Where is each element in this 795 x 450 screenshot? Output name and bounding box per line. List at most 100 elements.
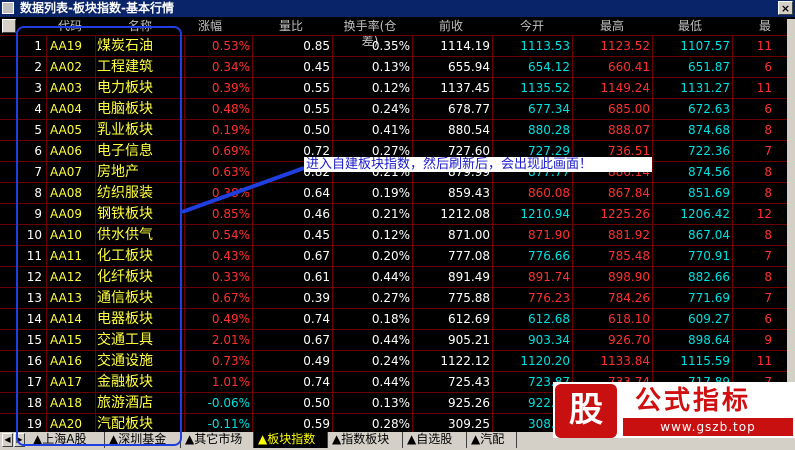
cell-low: 609.27	[688, 312, 730, 326]
cell-prev: 777.08	[448, 249, 490, 263]
cell-prev: 655.94	[448, 60, 490, 74]
cell-vr: 0.61	[303, 270, 330, 284]
cell-vr: 0.55	[303, 102, 330, 116]
grid-vline	[572, 36, 573, 432]
column-header-cell[interactable]: 量比	[261, 19, 321, 34]
cell-turn: 0.44%	[371, 333, 410, 347]
cell-chg: 0.33%	[211, 270, 250, 284]
column-header-cell[interactable]: 最	[735, 19, 795, 34]
cell-high: 867.84	[608, 186, 650, 200]
watermark-title: 公式指标	[635, 386, 752, 416]
column-header-cell[interactable]: 换手率(仓差)	[340, 19, 400, 48]
tab-prev-icon[interactable]: ◀	[2, 433, 13, 447]
cell-turn: 0.35%	[371, 39, 410, 53]
cell-open: 776.66	[528, 249, 570, 263]
cell-last: 8	[764, 228, 772, 242]
cell-prev: 905.21	[448, 333, 490, 347]
cell-turn: 0.20%	[371, 249, 410, 263]
cell-chg: 0.39%	[211, 81, 250, 95]
cell-open: 860.08	[528, 186, 570, 200]
cell-chg: 0.73%	[211, 354, 250, 368]
cell-vr: 0.67	[303, 249, 330, 263]
grid-vline	[184, 36, 185, 432]
cell-last: 12	[756, 207, 772, 221]
cell-open: 1113.53	[520, 39, 570, 53]
cell-low: 867.04	[688, 228, 730, 242]
cell-prev: 678.77	[448, 102, 490, 116]
column-header-cell[interactable]: 前收	[421, 19, 481, 34]
cell-low: 1131.27	[680, 81, 730, 95]
cell-vr: 0.49	[303, 354, 330, 368]
cell-last: 6	[764, 312, 772, 326]
annotation-text: 进入自建板块指数，然后刷新后，会出现此画面！	[304, 157, 652, 172]
cell-prev: 880.54	[448, 123, 490, 137]
grid-vline	[732, 36, 733, 432]
cell-chg: 0.38%	[211, 186, 250, 200]
cell-vr: 0.59	[303, 417, 330, 431]
cell-turn: 0.24%	[371, 354, 410, 368]
column-header-cell[interactable]: 最高	[582, 19, 642, 34]
cell-high: 926.70	[608, 333, 650, 347]
cell-prev: 309.25	[448, 417, 490, 431]
cell-last: 8	[764, 270, 772, 284]
column-header-cell[interactable]: 涨幅	[180, 19, 240, 34]
cell-vr: 0.45	[303, 60, 330, 74]
cell-chg: 0.67%	[211, 291, 250, 305]
cell-chg: 0.85%	[211, 207, 250, 221]
cell-open: 880.28	[528, 123, 570, 137]
cell-open: 871.90	[528, 228, 570, 242]
column-header-cell[interactable]: 今开	[502, 19, 562, 34]
cell-turn: 0.21%	[371, 207, 410, 221]
cell-chg: 0.53%	[211, 39, 250, 53]
cell-prev: 1212.08	[440, 207, 490, 221]
grid-vline	[492, 36, 493, 432]
cell-low: 1107.57	[680, 39, 730, 53]
cell-high: 881.92	[608, 228, 650, 242]
vertical-scrollbar[interactable]	[787, 19, 795, 432]
cell-vr: 0.39	[303, 291, 330, 305]
cell-chg: 0.43%	[211, 249, 250, 263]
grid-vline	[332, 36, 333, 432]
grid-vline	[652, 36, 653, 432]
cell-turn: 0.13%	[371, 396, 410, 410]
grid-corner-button[interactable]	[2, 19, 16, 33]
cell-turn: 0.44%	[371, 375, 410, 389]
cell-last: 11	[756, 39, 772, 53]
market-tab[interactable]: ▲其它市场	[181, 432, 254, 448]
cell-low: 898.64	[688, 333, 730, 347]
column-header-cell[interactable]: 最低	[660, 19, 720, 34]
cell-prev: 1114.19	[440, 39, 490, 53]
cell-prev: 775.88	[448, 291, 490, 305]
cell-turn: 0.12%	[371, 228, 410, 242]
cell-turn: 0.19%	[371, 186, 410, 200]
cell-prev: 1137.45	[440, 81, 490, 95]
cell-chg: 2.01%	[211, 333, 250, 347]
cell-turn: 0.27%	[371, 291, 410, 305]
cell-vr: 0.85	[303, 39, 330, 53]
cell-vr: 0.74	[303, 312, 330, 326]
cell-last: 6	[764, 102, 772, 116]
market-tab[interactable]: ▲汽配	[467, 432, 517, 448]
app-icon	[2, 2, 14, 14]
cell-low: 882.66	[688, 270, 730, 284]
watermark-logo: 股 公式指标 www.gszb.top	[553, 382, 795, 438]
cell-chg: -0.06%	[207, 396, 250, 410]
cell-vr: 0.46	[303, 207, 330, 221]
cell-prev: 612.69	[448, 312, 490, 326]
cell-high: 1149.24	[600, 81, 650, 95]
cell-last: 11	[756, 81, 772, 95]
cell-open: 1120.20	[520, 354, 570, 368]
cell-turn: 0.12%	[371, 81, 410, 95]
cell-high: 888.07	[608, 123, 650, 137]
market-tab[interactable]: ▲指数板块	[328, 432, 403, 448]
cell-low: 651.87	[688, 60, 730, 74]
cell-vr: 0.50	[303, 396, 330, 410]
cell-last: 7	[764, 291, 772, 305]
market-tab[interactable]: ▲板块指数	[254, 432, 328, 448]
window-titlebar: 数据列表-板块指数-基本行情 ×	[0, 0, 795, 17]
cell-last: 7	[764, 249, 772, 263]
cell-vr: 0.64	[303, 186, 330, 200]
cell-vr: 0.50	[303, 123, 330, 137]
close-button[interactable]: ×	[778, 1, 793, 15]
market-tab[interactable]: ▲自选股	[403, 432, 467, 448]
